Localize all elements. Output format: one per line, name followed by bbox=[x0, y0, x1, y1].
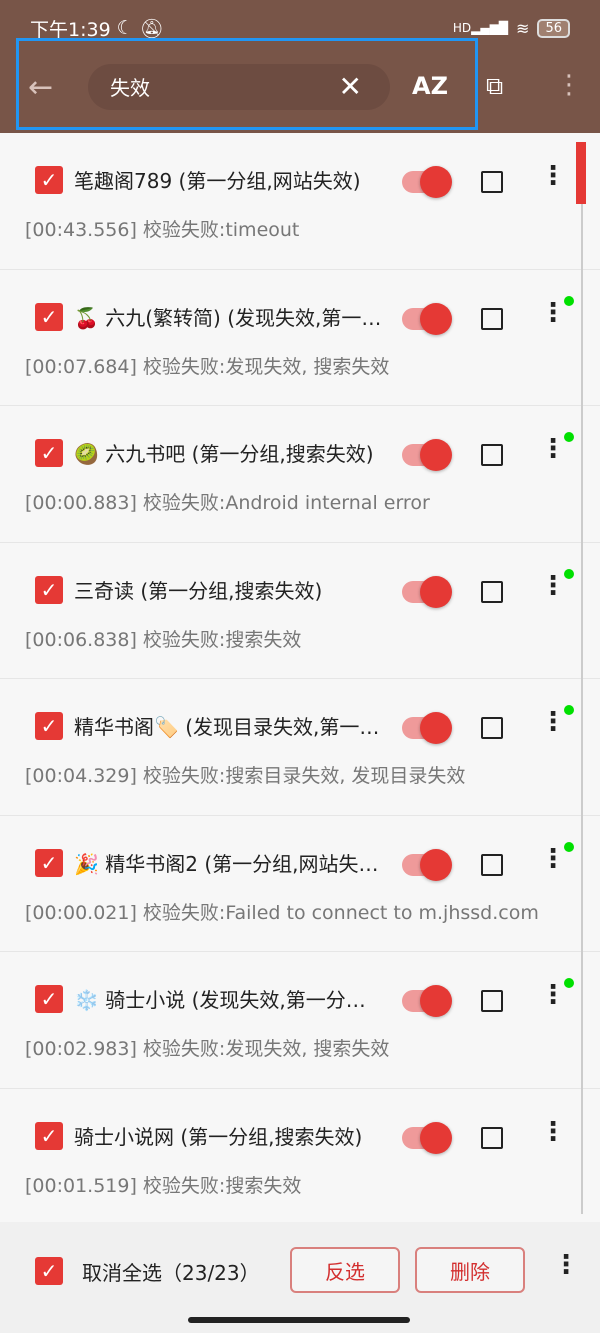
list-item[interactable]: ✓ ❄️ 骑士小说 (发现失效,第一分组,搜索失效) [00:02.983] 校… bbox=[0, 952, 600, 1089]
item-title: 精华书阁🏷️ (发现目录失效,第一分组,搜索目录失效) bbox=[74, 715, 384, 739]
item-checkbox[interactable]: ✓ bbox=[35, 1121, 63, 1150]
status-dot bbox=[564, 705, 574, 715]
enable-toggle[interactable] bbox=[402, 302, 452, 335]
search-input[interactable] bbox=[110, 74, 330, 98]
item-title: 🎉 精华书阁2 (第一分组,网站失效) bbox=[74, 851, 384, 876]
item-title: ❄️ 骑士小说 (发现失效,第一分组,搜索失效) bbox=[74, 988, 384, 1012]
item-status: [00:06.838] 校验失败:搜索失效 bbox=[25, 628, 302, 651]
item-checkbox[interactable]: ✓ bbox=[35, 712, 63, 740]
sort-az-icon[interactable]: AZ bbox=[412, 72, 448, 100]
wifi-icon: ≋ bbox=[516, 18, 530, 38]
status-dot bbox=[564, 295, 574, 306]
item-status: [00:07.684] 校验失败:发现失效, 搜索失效 bbox=[25, 355, 390, 378]
item-checkbox[interactable]: ✓ bbox=[35, 166, 63, 194]
edit-icon[interactable] bbox=[481, 853, 503, 876]
scrollbar-track bbox=[581, 204, 583, 1214]
more-vert-icon[interactable]: ⋮ bbox=[540, 434, 566, 464]
more-vert-icon[interactable]: ⋮ bbox=[540, 980, 566, 1010]
more-vert-icon[interactable]: ⋮ bbox=[540, 571, 566, 601]
more-vert-icon[interactable]: ⋮ bbox=[540, 1117, 566, 1147]
more-vert-icon[interactable]: ⋮ bbox=[540, 298, 566, 328]
more-vert-icon[interactable]: ⋮ bbox=[556, 70, 582, 100]
select-all-label[interactable]: 取消全选（23/23） bbox=[82, 1257, 260, 1286]
bottom-bar: ✓ 取消全选（23/23） 反选 删除 ⋮ bbox=[0, 1222, 600, 1333]
list-item[interactable]: ✓ 🥝 六九书吧 (第一分组,搜索失效) [00:00.883] 校验失败:An… bbox=[0, 406, 600, 543]
more-vert-icon[interactable]: ⋮ bbox=[540, 707, 566, 737]
scrollbar-thumb[interactable] bbox=[576, 142, 586, 204]
item-title: 🍒 六九(繁转简) (发现失效,第一分组,搜索失效) bbox=[74, 305, 384, 330]
battery-indicator: 56 bbox=[537, 18, 570, 38]
list-item[interactable]: ✓ 精华书阁🏷️ (发现目录失效,第一分组,搜索目录失效) [00:04.329… bbox=[0, 679, 600, 816]
edit-icon[interactable] bbox=[481, 580, 503, 603]
status-dot bbox=[564, 568, 574, 579]
status-dot bbox=[564, 841, 574, 852]
enable-toggle[interactable] bbox=[402, 712, 452, 744]
status-dot bbox=[564, 978, 574, 988]
item-checkbox[interactable]: ✓ bbox=[35, 439, 63, 467]
list-item[interactable]: ✓ 🍒 六九(繁转简) (发现失效,第一分组,搜索失效) [00:07.684]… bbox=[0, 269, 600, 406]
item-checkbox[interactable]: ✓ bbox=[35, 985, 63, 1013]
item-checkbox[interactable]: ✓ bbox=[35, 575, 63, 604]
item-title: 🥝 六九书吧 (第一分组,搜索失效) bbox=[74, 442, 374, 466]
item-title: 骑士小说网 (第一分组,搜索失效) bbox=[74, 1124, 363, 1149]
edit-icon[interactable] bbox=[481, 171, 503, 193]
search-box: ✕ bbox=[88, 64, 390, 110]
item-status: [00:00.021] 校验失败:Failed to connect to m.… bbox=[25, 901, 539, 924]
more-vert-icon[interactable]: ⋮ bbox=[540, 161, 566, 191]
item-title: 三奇读 (第一分组,搜索失效) bbox=[74, 578, 323, 603]
enable-toggle[interactable] bbox=[402, 575, 452, 608]
enable-toggle[interactable] bbox=[402, 166, 452, 198]
item-status: [00:00.883] 校验失败:Android internal error bbox=[25, 492, 430, 514]
edit-icon[interactable] bbox=[481, 1126, 503, 1149]
back-arrow-icon[interactable]: ← bbox=[28, 70, 53, 105]
more-vert-icon[interactable]: ⋮ bbox=[540, 844, 566, 874]
edit-icon[interactable] bbox=[481, 717, 503, 739]
invert-selection-button[interactable]: 反选 bbox=[290, 1247, 400, 1293]
home-indicator[interactable] bbox=[188, 1317, 410, 1323]
item-checkbox[interactable]: ✓ bbox=[35, 302, 63, 331]
item-status: [00:43.556] 校验失败:timeout bbox=[25, 219, 300, 241]
mute-icon: 🔕︎ bbox=[139, 17, 164, 40]
status-dot bbox=[564, 432, 574, 442]
item-status: [00:04.329] 校验失败:搜索目录失效, 发现目录失效 bbox=[25, 765, 466, 787]
moon-icon: ☾ bbox=[116, 17, 134, 39]
list-item[interactable]: ✓ 三奇读 (第一分组,搜索失效) [00:06.838] 校验失败:搜索失效 … bbox=[0, 542, 600, 679]
delete-button[interactable]: 删除 bbox=[415, 1247, 525, 1293]
edit-icon[interactable] bbox=[481, 990, 503, 1012]
select-all-checkbox[interactable]: ✓ bbox=[35, 1257, 63, 1285]
edit-icon[interactable] bbox=[481, 307, 503, 330]
item-title: 笔趣阁789 (第一分组,网站失效) bbox=[74, 169, 361, 193]
list-item[interactable]: ✓ 骑士小说网 (第一分组,搜索失效) [00:01.519] 校验失败:搜索失… bbox=[0, 1088, 600, 1225]
edit-icon[interactable] bbox=[481, 444, 503, 466]
signal-icon: HD▂▄▆█ bbox=[452, 21, 509, 35]
app-bar: 下午1:39 ☾ 🔕︎ HD▂▄▆█ ≋ 56 ← ✕ AZ ⧉ ⋮ bbox=[0, 0, 600, 133]
list-item[interactable]: ✓ 笔趣阁789 (第一分组,网站失效) [00:43.556] 校验失败:ti… bbox=[0, 133, 600, 270]
source-list: ✓ 笔趣阁789 (第一分组,网站失效) [00:43.556] 校验失败:ti… bbox=[0, 133, 600, 1225]
list-item[interactable]: ✓ 🎉 精华书阁2 (第一分组,网站失效) [00:00.021] 校验失败:F… bbox=[0, 815, 600, 952]
item-checkbox[interactable]: ✓ bbox=[35, 848, 63, 877]
item-status: [00:02.983] 校验失败:发现失效, 搜索失效 bbox=[25, 1038, 390, 1060]
enable-toggle[interactable] bbox=[402, 985, 452, 1017]
more-vert-icon[interactable]: ⋮ bbox=[553, 1250, 579, 1280]
enable-toggle[interactable] bbox=[402, 1121, 452, 1154]
enable-toggle[interactable] bbox=[402, 848, 452, 881]
group-icon[interactable]: ⧉ bbox=[486, 72, 503, 100]
enable-toggle[interactable] bbox=[402, 439, 452, 471]
item-status: [00:01.519] 校验失败:搜索失效 bbox=[25, 1174, 302, 1197]
clear-icon[interactable]: ✕ bbox=[339, 70, 362, 103]
